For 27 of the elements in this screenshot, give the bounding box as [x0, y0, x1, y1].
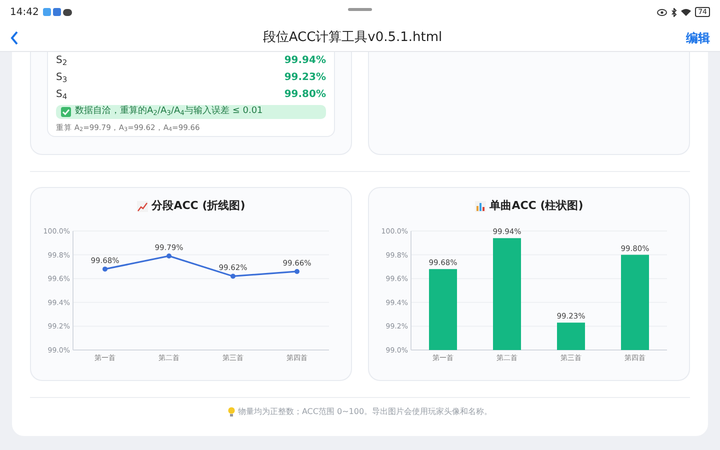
segment-label: S$_{3}$ [56, 71, 68, 85]
check-icon [61, 106, 71, 117]
bar-chart-icon [474, 200, 486, 212]
data-point [294, 268, 300, 274]
segment-value: 99.80% [284, 88, 326, 102]
segment-value: 99.94% [284, 54, 326, 68]
data-point [230, 273, 236, 278]
data-point [166, 253, 172, 258]
tip-text: 物量均为正整数；ACC范围 0~100。导出图片会使用玩家头像和名称。 [238, 406, 492, 418]
chart-title: 分段ACC (折线图) [152, 198, 246, 214]
bluetooth-icon [671, 8, 678, 16]
data-point [102, 266, 108, 272]
lightbulb-icon [228, 407, 235, 417]
page-title: 段位ACC计算工具v0.5.1.html [262, 28, 444, 47]
chart-title: 单曲ACC (柱状图) [490, 198, 584, 214]
drag-handle[interactable] [348, 8, 372, 11]
segment-value: 99.23% [284, 71, 326, 85]
line-chart-icon [136, 200, 148, 212]
wifi-icon [681, 8, 692, 16]
segment-label: S$_{2}$ [56, 54, 68, 68]
status-time: 14:42 [10, 6, 39, 20]
segment-label: S$_{4}$ [56, 88, 68, 102]
edit-button[interactable]: 编辑 [686, 28, 710, 46]
back-icon[interactable] [10, 30, 19, 44]
chat-icon [62, 8, 72, 16]
success-message: 数据自洽，重算的A$_{2}$/A$_{3}$/A$_{4}$与输入误差 ≤ 0.01 [75, 105, 263, 118]
eye-icon [657, 8, 668, 16]
